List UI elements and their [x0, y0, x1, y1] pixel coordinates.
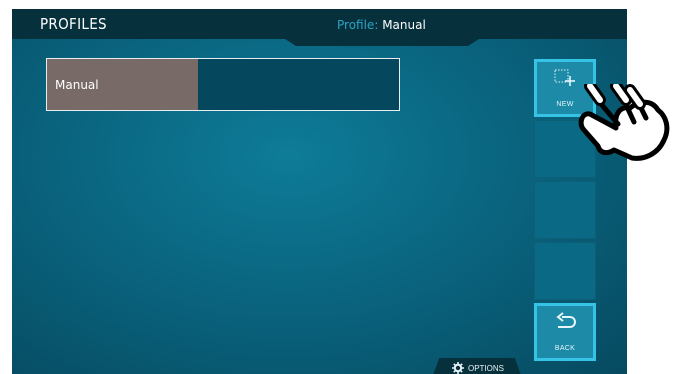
empty-slot-button-3[interactable]: [534, 242, 596, 300]
pointing-hand-icon: [578, 84, 670, 161]
gear-icon: [452, 362, 464, 374]
profiles-screen: PROFILES Profile: Manual Manual NEW BACK: [12, 9, 627, 374]
options-label: OPTIONS: [468, 364, 505, 373]
top-bar-notch: [282, 37, 482, 46]
back-button[interactable]: BACK: [534, 303, 596, 361]
current-profile-value: Manual: [382, 18, 426, 32]
page-title: PROFILES: [40, 15, 107, 33]
back-button-label: BACK: [554, 345, 576, 352]
profile-name: Manual: [55, 78, 99, 92]
current-profile-indicator: Profile: Manual: [337, 18, 426, 32]
profile-row-manual[interactable]: Manual: [46, 58, 400, 111]
current-profile-label: Profile:: [337, 18, 379, 32]
back-arrow-icon: [556, 312, 576, 328]
top-bar: PROFILES: [12, 9, 627, 39]
options-button[interactable]: OPTIONS: [432, 358, 522, 374]
empty-slot-button-2[interactable]: [534, 181, 596, 239]
